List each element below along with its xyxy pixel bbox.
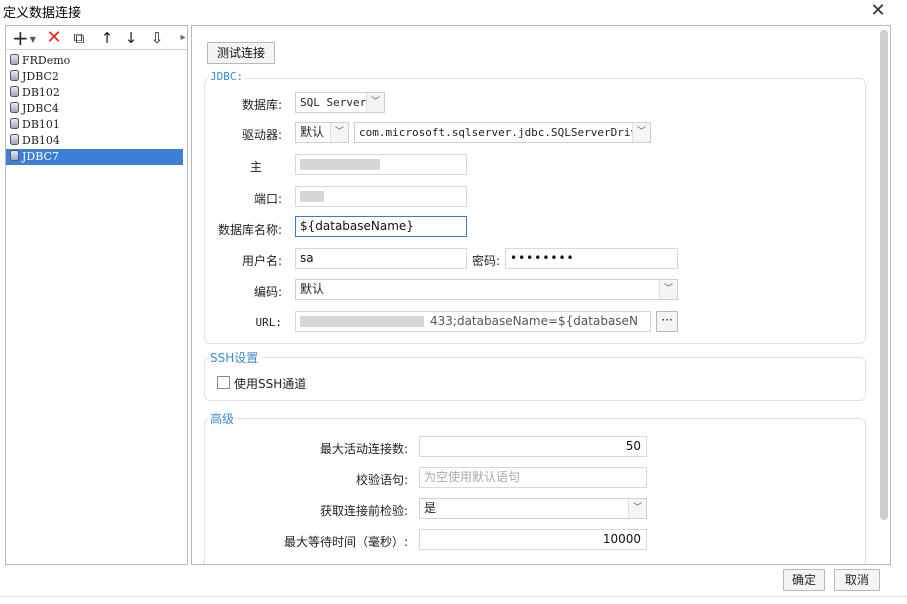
- toolbar-overflow-icon[interactable]: ▸: [178, 28, 188, 48]
- chevron-down-icon: ﹀: [330, 123, 348, 142]
- connection-item-label: FRDemo: [22, 54, 71, 67]
- connection-item-label: DB104: [22, 134, 60, 147]
- test-on-borrow-value: 是: [424, 501, 437, 515]
- connection-item[interactable]: JDBC4: [6, 101, 187, 117]
- close-icon[interactable]: ✕: [867, 0, 889, 22]
- add-connection-button[interactable]: +▼: [10, 28, 38, 48]
- window-title: 定义数据连接: [3, 6, 82, 21]
- max-wait-input[interactable]: 10000: [419, 529, 647, 550]
- jdbc-section: [204, 78, 866, 344]
- ok-button[interactable]: 确定: [783, 569, 825, 591]
- connection-item-label: JDBC7: [22, 150, 59, 163]
- move-down-button[interactable]: ↓: [120, 28, 142, 48]
- jdbc-section-title: JDBC:: [208, 70, 246, 83]
- cancel-button[interactable]: 取消: [834, 569, 880, 591]
- host-label: 主: [250, 160, 263, 174]
- driver-label: 驱动器:: [241, 128, 282, 142]
- delete-icon: ✕: [46, 27, 62, 48]
- port-label: 端口:: [253, 192, 282, 206]
- url-label: URL:: [255, 316, 283, 329]
- test-on-borrow-label: 获取连接前检验:: [319, 504, 408, 518]
- port-input[interactable]: [295, 186, 467, 207]
- database-icon: [10, 118, 19, 129]
- max-active-label: 最大活动连接数:: [319, 442, 408, 456]
- redacted-host: [300, 159, 380, 170]
- database-icon: [10, 54, 19, 65]
- arrow-down-icon: ↓: [124, 29, 138, 47]
- validation-query-input[interactable]: 为空使用默认语句: [419, 467, 647, 488]
- chevron-down-icon: ﹀: [632, 123, 650, 142]
- test-connection-button[interactable]: 测试连接: [207, 42, 275, 64]
- connection-tree: FRDemo JDBC2 DB102 JDBC4 DB101 DB104 JDBC7: [6, 50, 187, 165]
- driver-mode-select[interactable]: 默认 ﹀: [295, 122, 349, 143]
- username-input[interactable]: sa: [295, 248, 467, 269]
- chevron-down-icon: ﹀: [366, 93, 384, 112]
- advanced-section-title: 高级: [208, 410, 237, 427]
- connection-item[interactable]: FRDemo: [6, 53, 187, 69]
- title-bar: 定义数据连接 ✕: [0, 0, 907, 22]
- dropdown-caret-icon: ▼: [29, 34, 36, 44]
- connection-item-label: DB102: [22, 86, 60, 99]
- max-wait-label: 最大等待时间（毫秒）:: [283, 535, 408, 549]
- connection-toolbar: +▼ ✕ ⧉ ↑ ↓ ⇩ ▸: [6, 26, 187, 50]
- connection-item[interactable]: DB102: [6, 85, 187, 101]
- encoding-value: 默认: [300, 282, 325, 296]
- encoding-select[interactable]: 默认 ﹀: [295, 279, 678, 300]
- test-on-borrow-select[interactable]: 是 ﹀: [419, 498, 647, 519]
- connection-detail-panel: 测试连接 JDBC: 数据库: SQL Server ﹀ 驱动器: 默认 ﹀ com…: [191, 25, 891, 565]
- password-input[interactable]: ••••••••: [505, 248, 678, 269]
- database-label: 数据库:: [241, 98, 282, 112]
- use-ssh-label: 使用SSH通道: [234, 377, 307, 391]
- chevron-down-icon: ﹀: [628, 499, 646, 518]
- validation-query-label: 校验语句:: [355, 473, 408, 487]
- driver-class-value: com.microsoft.sqlserver.jdbc.SQLServerDr…: [359, 126, 651, 139]
- connection-item[interactable]: JDBC7: [6, 149, 183, 165]
- chevron-down-icon: ﹀: [659, 280, 677, 299]
- driver-class-select[interactable]: com.microsoft.sqlserver.jdbc.SQLServerDr…: [354, 122, 651, 143]
- sort-button[interactable]: ⇩: [146, 28, 168, 48]
- database-icon: [10, 70, 19, 81]
- url-input[interactable]: 433;databaseName=${databaseN: [295, 311, 651, 332]
- encoding-label: 编码:: [253, 285, 282, 299]
- redacted-port: [300, 191, 324, 202]
- connection-item-label: JDBC4: [22, 102, 59, 115]
- connection-item-label: DB101: [22, 118, 60, 131]
- database-name-input[interactable]: ${databaseName}: [295, 216, 467, 237]
- connection-item[interactable]: DB104: [6, 133, 187, 149]
- background-divider: [0, 596, 907, 604]
- redacted-url: [300, 316, 424, 327]
- connection-item[interactable]: DB101: [6, 117, 187, 133]
- arrow-up-icon: ↑: [100, 29, 114, 47]
- username-label: 用户名:: [241, 254, 282, 268]
- driver-mode-value: 默认: [300, 125, 325, 139]
- plus-icon: +: [12, 26, 29, 50]
- copy-icon: ⧉: [73, 29, 85, 47]
- delete-connection-button[interactable]: ✕: [43, 28, 65, 48]
- copy-connection-button[interactable]: ⧉: [68, 28, 90, 48]
- sort-icon: ⇩: [150, 29, 164, 47]
- connection-list-panel: +▼ ✕ ⧉ ↑ ↓ ⇩ ▸ FRDemo JDBC2 DB102 JDBC4 DB10…: [5, 25, 188, 565]
- ssh-section-title: SSH设置: [208, 349, 261, 366]
- database-icon: [10, 134, 19, 145]
- password-label: 密码:: [471, 254, 500, 268]
- connection-item-label: JDBC2: [22, 70, 59, 83]
- use-ssh-checkbox[interactable]: [217, 376, 230, 389]
- host-input[interactable]: [295, 154, 467, 175]
- connection-item[interactable]: JDBC2: [6, 69, 187, 85]
- url-visible-text: 433;databaseName=${databaseN: [430, 314, 638, 328]
- database-icon: [10, 150, 19, 161]
- database-value: SQL Server: [300, 96, 367, 109]
- database-icon: [10, 102, 19, 113]
- database-name-label: 数据库名称:: [217, 223, 282, 237]
- database-icon: [10, 86, 19, 97]
- database-select[interactable]: SQL Server ﹀: [295, 92, 385, 113]
- vertical-scrollbar[interactable]: [880, 30, 888, 520]
- max-active-input[interactable]: 50: [419, 436, 647, 457]
- move-up-button[interactable]: ↑: [96, 28, 118, 48]
- url-expand-button[interactable]: ···: [656, 311, 678, 332]
